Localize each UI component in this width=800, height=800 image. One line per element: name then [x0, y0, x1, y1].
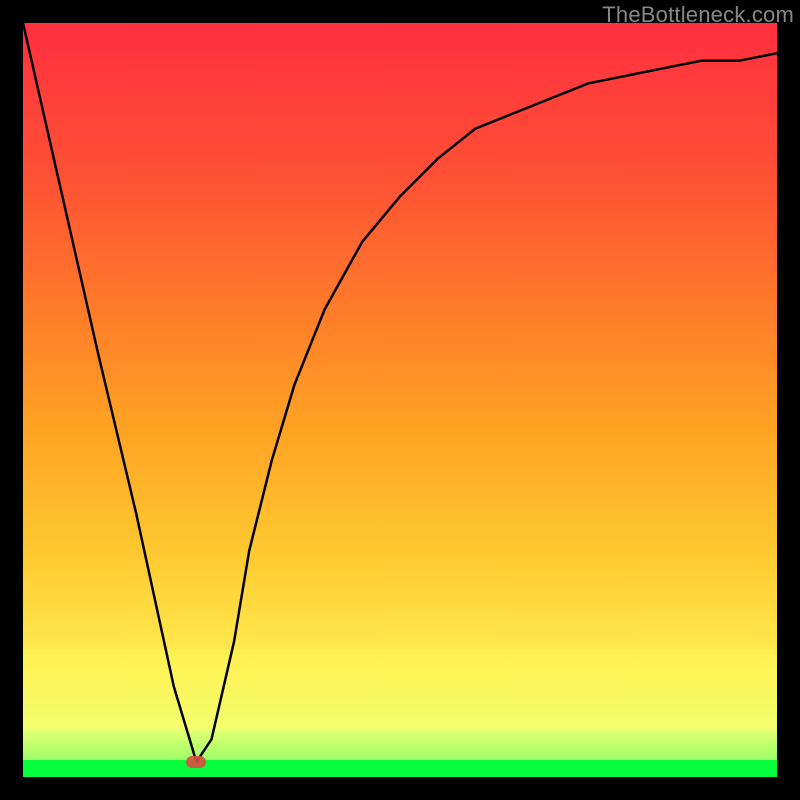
chart-frame: TheBottleneck.com — [0, 0, 800, 800]
plot-area — [23, 23, 777, 777]
minimum-marker — [186, 756, 206, 768]
watermark-label: TheBottleneck.com — [602, 2, 794, 28]
bottleneck-curve — [23, 23, 777, 777]
